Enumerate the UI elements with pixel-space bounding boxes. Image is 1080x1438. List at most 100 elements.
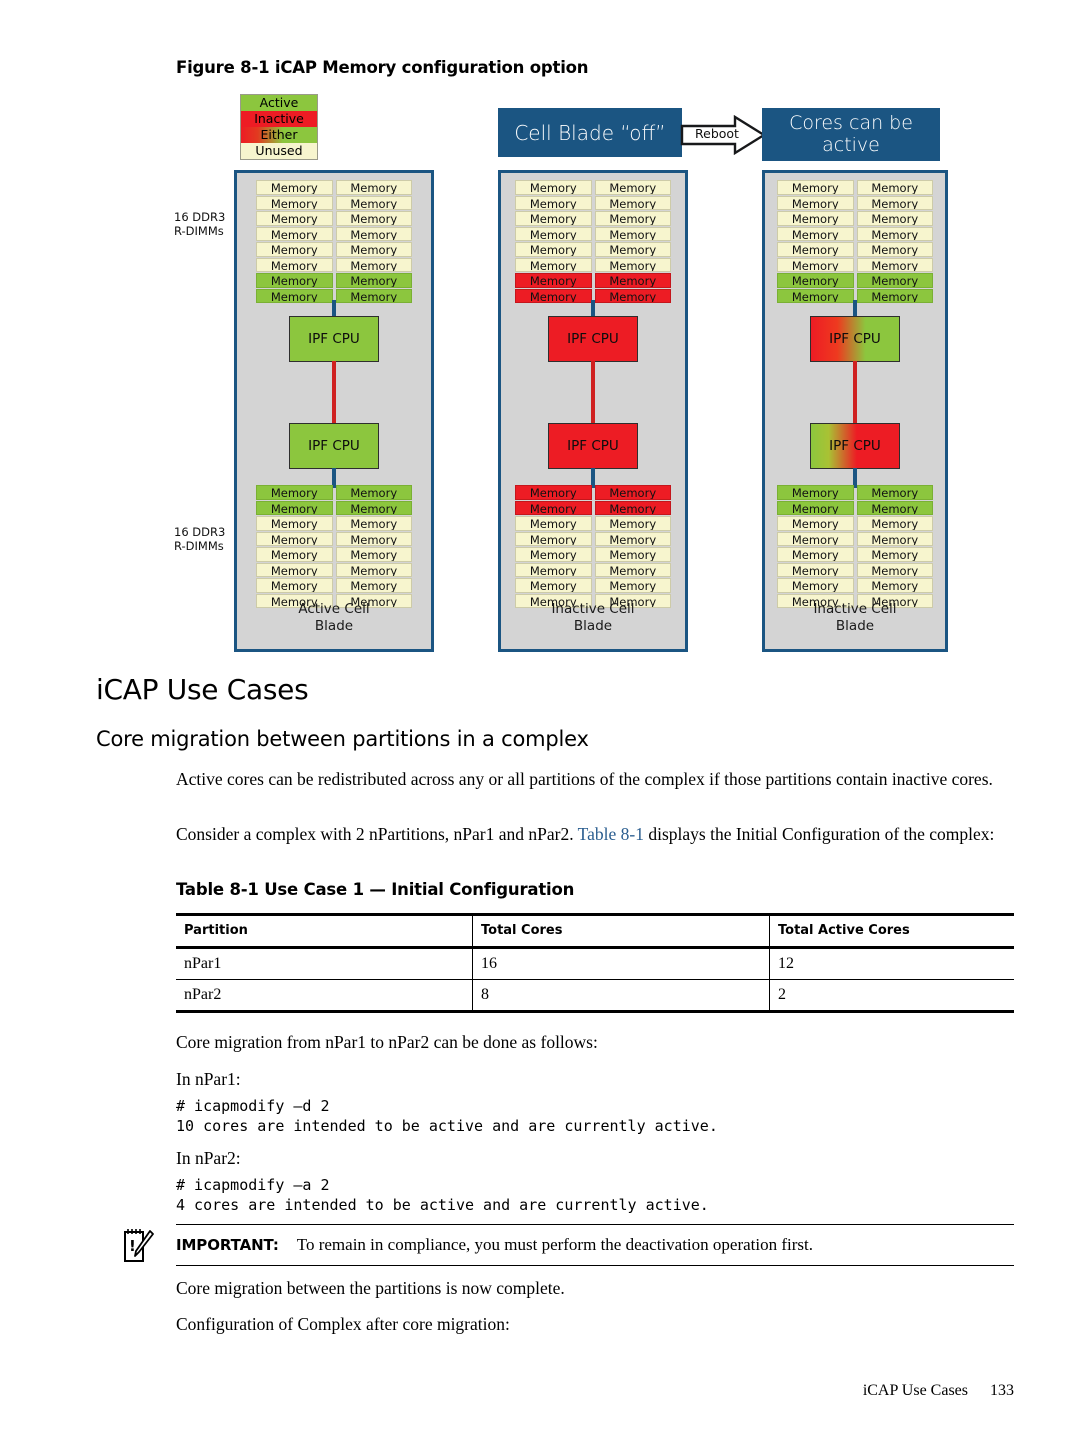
memory-dimm-unused: Memory (335, 180, 412, 195)
memory-dimm-active: Memory (777, 273, 854, 288)
blade-label: Inactive Cell Blade (551, 601, 635, 635)
memory-dimm-unused: Memory (856, 226, 933, 241)
table-caption: Table 8-1 Use Case 1 — Initial Configura… (176, 880, 575, 899)
code-block-npar2: # icapmodify –a 2 4 cores are intended t… (176, 1176, 709, 1214)
memory-dimm-unused: Memory (856, 516, 933, 531)
memory-dimm-unused: Memory (594, 547, 671, 562)
memory-dimm-unused: Memory (777, 211, 854, 226)
legend-item-unused: Unused (241, 143, 317, 159)
memory-dimm-unused: Memory (256, 578, 333, 593)
memory-dimm-unused: Memory (594, 516, 671, 531)
memory-dimm-unused: Memory (515, 211, 592, 226)
memory-dimm-unused: Memory (515, 226, 592, 241)
memory-dimm-unused: Memory (594, 578, 671, 593)
memory-dimm-unused: Memory (515, 180, 592, 195)
legend-item-active: Active (241, 95, 317, 111)
legend-item-either: Either (241, 127, 317, 143)
memory-dimm-active: Memory (856, 500, 933, 515)
bus-wire-mid (332, 361, 336, 424)
memory-dimm-unused: Memory (594, 226, 671, 241)
cpu-bottom: IPF CPU (548, 423, 638, 469)
memory-dimm-inactive: Memory (594, 500, 671, 515)
paragraph-consider-before: Consider a complex with 2 nPartitions, n… (176, 824, 578, 844)
memory-dimm-unused: Memory (256, 195, 333, 210)
memory-dimm-active: Memory (777, 485, 854, 500)
footer-page-number: 133 (990, 1382, 1014, 1399)
memory-dimm-unused: Memory (594, 195, 671, 210)
memory-dimm-active: Memory (335, 500, 412, 515)
memory-dimm-unused: Memory (256, 562, 333, 577)
memory-dimm-unused: Memory (335, 562, 412, 577)
cpu-bottom: IPF CPU (810, 423, 900, 469)
memory-dimm-unused: Memory (335, 257, 412, 272)
memory-dimm-active: Memory (335, 273, 412, 288)
memory-dimm-active: Memory (256, 273, 333, 288)
memory-dimm-unused: Memory (515, 516, 592, 531)
memory-dimm-unused: Memory (335, 211, 412, 226)
code-block-npar1: # icapmodify –d 2 10 cores are intended … (176, 1097, 718, 1135)
cell-partition: nPar2 (176, 979, 473, 1013)
memory-dimm-unused: Memory (777, 562, 854, 577)
figure-caption: Figure 8-1 iCAP Memory configuration opt… (176, 58, 589, 77)
blade-label: Inactive Cell Blade (813, 601, 897, 635)
memory-dimm-unused: Memory (777, 195, 854, 210)
memory-dimm-unused: Memory (777, 547, 854, 562)
cpu-bottom: IPF CPU (289, 423, 379, 469)
bus-wire-mid (591, 361, 595, 424)
figure-legend: Active Inactive Either Unused (240, 94, 318, 160)
important-note-icon: ! (120, 1226, 154, 1264)
cell-blade-inactive-2: Memory Memory Memory Memory Memory Memory Memo… (762, 170, 948, 652)
footer-title: iCAP Use Cases (862, 1382, 968, 1399)
memory-dimm-unused: Memory (256, 257, 333, 272)
memory-dimm-active: Memory (256, 500, 333, 515)
banner-cores-can-be-active: Cores can be active (762, 108, 940, 161)
memory-dimm-unused: Memory (594, 257, 671, 272)
memory-dimm-unused: Memory (594, 242, 671, 257)
memory-dimm-unused: Memory (256, 211, 333, 226)
memory-dimm-unused: Memory (335, 547, 412, 562)
table-8-1-link[interactable]: Table 8-1 (578, 824, 644, 844)
cell-total-cores: 16 (472, 947, 770, 980)
column-header-total-cores: Total Cores (472, 913, 770, 949)
memory-dimm-unused: Memory (856, 531, 933, 546)
paragraph-intro: Active cores can be redistributed across… (176, 769, 993, 789)
memory-dimm-inactive: Memory (515, 500, 592, 515)
memory-dimm-unused: Memory (777, 242, 854, 257)
memory-dimm-unused: Memory (515, 578, 592, 593)
memory-dimm-active: Memory (856, 288, 933, 303)
memory-dimm-inactive: Memory (594, 485, 671, 500)
memory-dimm-unused: Memory (335, 226, 412, 241)
memory-dimm-unused: Memory (515, 547, 592, 562)
memory-dimm-inactive: Memory (594, 273, 671, 288)
column-header-total-active-cores: Total Active Cores (769, 913, 1014, 949)
memory-dimm-unused: Memory (856, 195, 933, 210)
memory-dimm-unused: Memory (856, 578, 933, 593)
memory-dimm-active: Memory (856, 485, 933, 500)
table-header-row: Partition Total Cores Total Active Cores (176, 913, 1014, 949)
memory-dimm-active: Memory (335, 485, 412, 500)
page-title: iCAP Use Cases (96, 673, 309, 706)
paragraph-in-npar1: In nPar1: (176, 1069, 241, 1089)
cell-total-active-cores: 12 (769, 947, 1014, 980)
dimm-label-bottom: 16 DDR3 R-DIMMs (174, 525, 226, 553)
cpu-top: IPF CPU (289, 316, 379, 362)
memory-dimm-inactive: Memory (515, 288, 592, 303)
memory-dimm-unused: Memory (515, 562, 592, 577)
memory-dimm-unused: Memory (777, 180, 854, 195)
memory-dimm-unused: Memory (335, 242, 412, 257)
svg-text:!: ! (129, 1237, 136, 1255)
memory-dimm-unused: Memory (515, 257, 592, 272)
initial-configuration-table: Partition Total Cores Total Active Cores… (176, 913, 1014, 1013)
bus-wire-mid (853, 361, 857, 424)
column-header-partition: Partition (176, 913, 473, 949)
memory-dimm-unused: Memory (777, 516, 854, 531)
memory-grid-bottom: Memory Memory Memory Memory Memory Memory Memo… (777, 485, 933, 608)
memory-dimm-unused: Memory (856, 211, 933, 226)
memory-dimm-active: Memory (256, 485, 333, 500)
cell-blade-active: Memory Memory Memory Memory Memory Memory Memo… (234, 170, 434, 652)
memory-dimm-unused: Memory (335, 195, 412, 210)
memory-dimm-active: Memory (777, 500, 854, 515)
memory-dimm-unused: Memory (256, 226, 333, 241)
cell-blade-inactive-1: Memory Memory Memory Memory Memory Memory Memo… (498, 170, 688, 652)
memory-dimm-unused: Memory (515, 195, 592, 210)
